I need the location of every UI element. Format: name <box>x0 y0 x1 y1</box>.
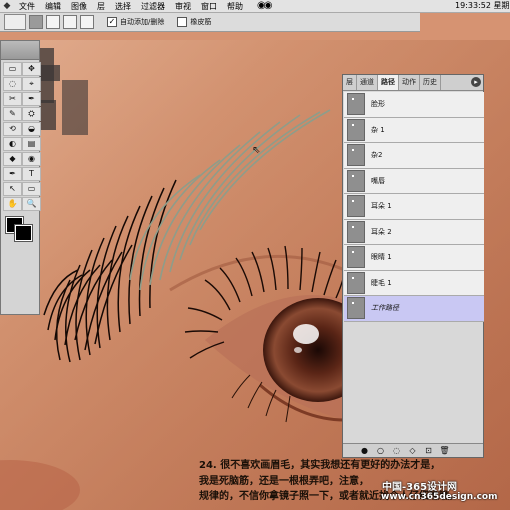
tool-button-3[interactable]: ⌖ <box>22 77 41 91</box>
xeyes-icon: ◉◉ <box>257 0 273 11</box>
toolbox-header[interactable] <box>1 41 39 60</box>
tool-button-13[interactable]: ◉ <box>22 152 41 166</box>
path-thumbnail <box>347 144 365 167</box>
stroke-path-button[interactable]: ○ <box>375 446 386 455</box>
path-mode-subtract-button[interactable] <box>63 15 77 29</box>
menu-edit[interactable]: 编辑 <box>40 1 66 12</box>
path-row[interactable]: 工作路径 <box>344 296 484 322</box>
tool-button-15[interactable]: T <box>22 167 41 181</box>
menu-bar: ◆ 文件 编辑 图像 层 选择 过滤器 审视 窗口 帮助 ◉◉ 19:33:52… <box>0 0 510 13</box>
pointer-cursor-icon: ⇖ <box>252 145 261 156</box>
path-list: 脸形杂 1 杂2 嘴唇耳朵 1 耳朵 2 眼睛 1 睫毛 1 工作路径 <box>344 92 484 322</box>
path-thumbnail <box>347 93 365 116</box>
path-label: 脸形 <box>371 100 385 109</box>
path-mode-new-button[interactable] <box>29 15 43 29</box>
path-row[interactable]: 睫毛 1 <box>344 270 484 296</box>
tool-button-10[interactable]: ◐ <box>3 137 22 151</box>
menu-layer[interactable]: 层 <box>92 1 110 12</box>
path-label: 眼睛 1 <box>371 253 392 262</box>
site-url-watermark: www.cn365design.com <box>381 492 498 502</box>
tool-button-7[interactable]: ⛭ <box>22 107 41 121</box>
rubber-band-label: 橡皮筋 <box>190 18 212 26</box>
path-thumbnail <box>347 246 365 269</box>
caption-line-1: 24. 很不喜欢画眉毛，其实我想还有更好的办法才是， <box>199 460 441 471</box>
background-color-swatch[interactable] <box>14 224 33 242</box>
path-row[interactable]: 杂 1 <box>344 117 484 143</box>
tool-button-5[interactable]: ✒ <box>22 92 41 106</box>
tool-button-2[interactable]: ◌ <box>3 77 22 91</box>
tab-paths[interactable]: 路径 <box>378 75 399 90</box>
path-thumbnail <box>347 297 365 320</box>
menu-filter[interactable]: 过滤器 <box>136 1 170 12</box>
path-row[interactable]: 脸形 <box>344 92 484 118</box>
tab-layers[interactable]: 层 <box>343 75 357 90</box>
menu-image[interactable]: 图像 <box>66 1 92 12</box>
tool-button-14[interactable]: ✒ <box>3 167 22 181</box>
path-row[interactable]: 杂2 <box>344 143 484 169</box>
tool-button-8[interactable]: ⟲ <box>3 122 22 136</box>
tool-button-19[interactable]: 🔍 <box>22 197 41 211</box>
path-row[interactable]: 耳朵 1 <box>344 194 484 220</box>
fill-path-button[interactable]: ● <box>359 446 370 455</box>
path-row[interactable]: 耳朵 2 <box>344 219 484 245</box>
path-row[interactable]: 嘴唇 <box>344 168 484 194</box>
menu-select[interactable]: 选择 <box>110 1 136 12</box>
tool-button-12[interactable]: ◆ <box>3 152 22 166</box>
tab-actions[interactable]: 动作 <box>399 75 420 90</box>
menu-file[interactable]: 文件 <box>14 1 40 12</box>
panel-footer: ● ○ ◌ ◇ ⊡ 🗑 <box>343 443 483 457</box>
path-label: 嘴唇 <box>371 176 385 185</box>
tool-button-6[interactable]: ✎ <box>3 107 22 121</box>
path-label: 工作路径 <box>371 304 399 313</box>
menu-window[interactable]: 窗口 <box>196 1 222 12</box>
path-label: 耳朵 2 <box>371 227 392 236</box>
tool-button-18[interactable]: ✋ <box>3 197 22 211</box>
tool-button-4[interactable]: ✂ <box>3 92 22 106</box>
path-thumbnail <box>347 118 365 141</box>
new-path-button[interactable]: ⊡ <box>423 446 434 455</box>
caption-line-2: 我是死脑筋，还是一根根弄吧，注意， <box>199 475 369 487</box>
tab-history[interactable]: 历史 <box>420 75 441 90</box>
path-thumbnail <box>347 220 365 243</box>
path-label: 杂 1 <box>371 125 385 134</box>
menu-help[interactable]: 帮助 <box>222 1 248 12</box>
options-bar: ✓ 自动添加/删除 橡皮筋 <box>0 13 420 32</box>
tab-channels[interactable]: 通道 <box>357 75 378 90</box>
make-path-button[interactable]: ◇ <box>407 446 418 455</box>
tool-button-11[interactable]: ▤ <box>22 137 41 151</box>
path-thumbnail <box>347 271 365 294</box>
auto-add-delete-checkbox[interactable]: ✓ <box>107 17 117 27</box>
tool-button-16[interactable]: ↖ <box>3 182 22 196</box>
tool-button-9[interactable]: ◒ <box>22 122 41 136</box>
path-mode-intersect-button[interactable] <box>80 15 94 29</box>
panel-tabs: 层 通道 路径 动作 历史 ▸ <box>343 75 483 91</box>
delete-path-button[interactable]: 🗑 <box>439 446 450 455</box>
menu-clock: 19:33:52 星期 <box>455 1 510 10</box>
path-thumbnail <box>347 195 365 218</box>
path-thumbnail <box>347 169 365 192</box>
rubber-band-checkbox[interactable] <box>177 17 188 27</box>
menu-view[interactable]: 审视 <box>170 1 196 12</box>
tutorial-caption: 24. 很不喜欢画眉毛，其实我想还有更好的办法才是， 我是死脑筋，还是一根根弄吧… <box>199 458 510 510</box>
paths-panel: 层 通道 路径 动作 历史 ▸ 脸形杂 1 杂2 嘴唇耳朵 1 耳朵 2 眼睛 1 睫毛 … <box>342 74 484 458</box>
tool-button-1[interactable]: ✥ <box>22 62 41 76</box>
site-watermark: 中国-365设计网 <box>382 482 458 493</box>
tool-button-0[interactable]: ▭ <box>3 62 22 76</box>
auto-add-delete-label: 自动添加/删除 <box>120 18 165 26</box>
path-row[interactable]: 眼睛 1 <box>344 245 484 271</box>
tool-grid: ▭ ✥ ◌ ⌖ ✂ ✒ ✎ ⛭ ⟲ ◒ ◐ ▤ ◆ ◉ ✒ T ↖ ▭ ✋ 🔍 <box>1 60 41 213</box>
panel-menu-arrow-icon[interactable]: ▸ <box>471 77 481 87</box>
apple-menu-icon[interactable]: ◆ <box>0 1 14 11</box>
current-tool-icon[interactable] <box>4 14 26 30</box>
path-label: 耳朵 1 <box>371 202 392 211</box>
path-mode-add-button[interactable] <box>46 15 60 29</box>
color-swatches <box>3 215 37 242</box>
path-label: 杂2 <box>371 151 383 160</box>
path-label: 睫毛 1 <box>371 278 392 287</box>
tool-button-17[interactable]: ▭ <box>22 182 41 196</box>
toolbox: ▭ ✥ ◌ ⌖ ✂ ✒ ✎ ⛭ ⟲ ◒ ◐ ▤ ◆ ◉ ✒ T ↖ ▭ ✋ 🔍 <box>0 40 41 315</box>
load-selection-button[interactable]: ◌ <box>391 446 402 455</box>
